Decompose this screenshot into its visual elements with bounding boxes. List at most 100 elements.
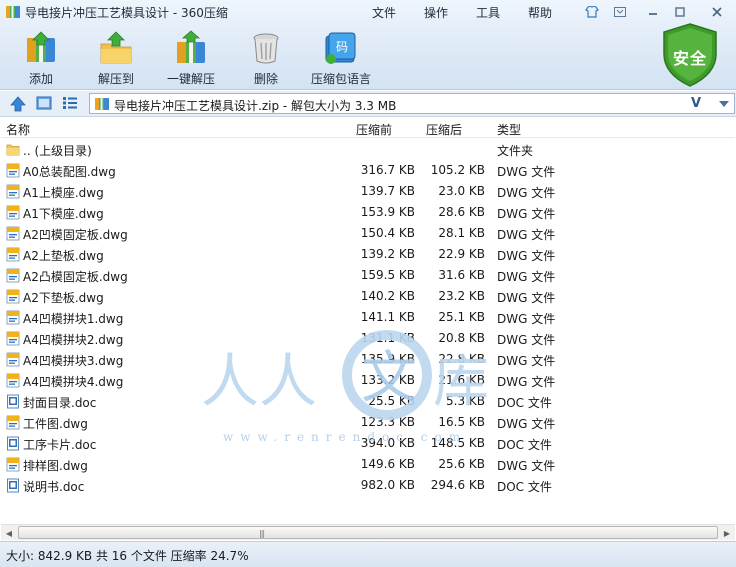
status-bar: 大小: 842.9 KB 共 16 个文件 压缩率 24.7% (0, 541, 736, 567)
file-size-before: 153.9 KB (360, 205, 415, 219)
one-click-extract-button[interactable]: 一键解压 (156, 28, 226, 88)
address-v-label[interactable]: V (691, 96, 701, 111)
delete-button[interactable]: 删除 (231, 28, 301, 88)
skin-icon[interactable] (582, 3, 602, 21)
extract-to-button[interactable]: 解压到 (81, 28, 151, 88)
file-row[interactable]: 封面目录.doc 25.5 KB 5.3 KB DOC 文件 (1, 391, 735, 412)
file-type: DWG 文件 (497, 354, 556, 368)
column-before[interactable]: 压缩前 (356, 121, 392, 138)
file-row[interactable]: 排样图.dwg 149.6 KB 25.6 KB DWG 文件 (1, 454, 735, 475)
file-size-after: 23.2 KB (438, 289, 485, 303)
file-type: DWG 文件 (497, 312, 556, 326)
dropdown-menu-icon[interactable] (610, 3, 630, 21)
compress-language-button[interactable]: 码 压缩包语言 (306, 28, 376, 88)
status-text: 大小: 842.9 KB 共 16 个文件 压缩率 24.7% (6, 549, 249, 563)
file-size-before: 140.2 KB (360, 289, 415, 303)
file-size-after: 22.9 KB (438, 247, 485, 261)
file-type: 文件夹 (497, 144, 534, 158)
file-row[interactable]: A4凹模拼块1.dwg 141.1 KB 25.1 KB DWG 文件 (1, 307, 735, 328)
security-badge-label: 安全 (672, 49, 707, 68)
file-row[interactable]: A2凸模固定板.dwg 159.5 KB 31.6 KB DWG 文件 (1, 265, 735, 286)
doc-file-icon (6, 394, 20, 409)
menu-help[interactable]: 帮助 (528, 4, 552, 21)
file-size-before: 135.9 KB (360, 352, 415, 366)
file-name: 工件图.dwg (23, 417, 88, 431)
menu-tools[interactable]: 工具 (476, 4, 500, 21)
parent-directory-row[interactable]: .. (上级目录) 文件夹 (1, 139, 735, 160)
file-name: 工序卡片.doc (23, 438, 97, 452)
file-size-after: 22.8 KB (438, 352, 485, 366)
column-header-row: 名称 压缩前 压缩后 类型 (1, 118, 735, 138)
file-type: DWG 文件 (497, 186, 556, 200)
maximize-icon[interactable] (670, 3, 690, 21)
horizontal-scrollbar[interactable]: ◀ ||| ▶ (1, 524, 735, 540)
file-name: A2凹模固定板.dwg (23, 228, 128, 242)
file-size-before: 159.5 KB (360, 268, 415, 282)
icon-view-icon[interactable] (36, 96, 52, 110)
file-row[interactable]: 工件图.dwg 123.3 KB 16.5 KB DWG 文件 (1, 412, 735, 433)
file-row[interactable]: A2下垫板.dwg 140.2 KB 23.2 KB DWG 文件 (1, 286, 735, 307)
add-button[interactable]: 添加 (6, 28, 76, 88)
file-type: DOC 文件 (497, 396, 552, 410)
one-click-extract-label: 一键解压 (166, 72, 215, 86)
file-type: DWG 文件 (497, 417, 556, 431)
dwg-file-icon (6, 184, 20, 199)
address-field[interactable]: 导电接片冲压工艺模具设计.zip - 解包大小为 3.3 MB V (89, 93, 735, 114)
file-row[interactable]: A4凹模拼块2.dwg 131.1 KB 20.8 KB DWG 文件 (1, 328, 735, 349)
code-page-icon: 码 (325, 32, 356, 64)
delete-label: 删除 (253, 72, 278, 86)
minimize-icon[interactable] (643, 3, 663, 21)
menu-file[interactable]: 文件 (372, 4, 396, 21)
file-size-after: 20.8 KB (438, 331, 485, 345)
file-type: DWG 文件 (497, 165, 556, 179)
extract-folder-icon (100, 31, 132, 64)
column-name[interactable]: 名称 (6, 121, 30, 138)
extract-to-label: 解压到 (97, 72, 134, 86)
list-view-icon[interactable] (62, 96, 78, 110)
menu-action[interactable]: 操作 (424, 4, 448, 21)
file-name: A4凹模拼块2.dwg (23, 333, 124, 347)
file-name: A0总装配图.dwg (23, 165, 116, 179)
dwg-file-icon (6, 289, 20, 304)
file-size-before: 123.3 KB (360, 415, 415, 429)
up-arrow-icon[interactable] (10, 96, 26, 112)
file-size-after: 25.1 KB (438, 310, 485, 324)
column-type[interactable]: 类型 (497, 121, 521, 138)
address-bar-row: 导电接片冲压工艺模具设计.zip - 解包大小为 3.3 MB V (0, 91, 736, 117)
one-click-extract-icon (177, 30, 205, 63)
file-name: A4凹模拼块3.dwg (23, 354, 124, 368)
scroll-left-icon[interactable]: ◀ (1, 525, 17, 541)
file-size-before: 131.1 KB (360, 331, 415, 345)
chevron-down-icon[interactable] (716, 97, 732, 111)
file-row[interactable]: A4凹模拼块3.dwg 135.9 KB 22.8 KB DWG 文件 (1, 349, 735, 370)
file-name: 排样图.dwg (23, 459, 88, 473)
dwg-file-icon (6, 457, 20, 472)
file-row[interactable]: A1下模座.dwg 153.9 KB 28.6 KB DWG 文件 (1, 202, 735, 223)
file-size-after: 294.6 KB (430, 478, 485, 492)
file-name: 说明书.doc (23, 480, 85, 494)
dwg-file-icon (6, 226, 20, 241)
file-name: A1上模座.dwg (23, 186, 104, 200)
dwg-file-icon (6, 352, 20, 367)
dwg-file-icon (6, 331, 20, 346)
dwg-file-icon (6, 205, 20, 220)
file-row[interactable]: A2凹模固定板.dwg 150.4 KB 28.1 KB DWG 文件 (1, 223, 735, 244)
file-row[interactable]: A2上垫板.dwg 139.2 KB 22.9 KB DWG 文件 (1, 244, 735, 265)
file-name: A4凹模拼块1.dwg (23, 312, 124, 326)
file-row[interactable]: A1上模座.dwg 139.7 KB 23.0 KB DWG 文件 (1, 181, 735, 202)
file-row[interactable]: 说明书.doc 982.0 KB 294.6 KB DOC 文件 (1, 475, 735, 496)
file-size-before: 149.6 KB (360, 457, 415, 471)
scroll-right-icon[interactable]: ▶ (719, 525, 735, 541)
file-list[interactable]: 名称 压缩前 压缩后 类型 .. (上级目录) 文件夹 A0总装配图.dwg 316.… (1, 118, 735, 539)
file-row[interactable]: A0总装配图.dwg 316.7 KB 105.2 KB DWG 文件 (1, 160, 735, 181)
file-name: A2下垫板.dwg (23, 291, 104, 305)
file-row[interactable]: A4凹模拼块4.dwg 133.2 KB 21.6 KB DWG 文件 (1, 370, 735, 391)
scrollbar-grip-icon: ||| (259, 529, 265, 538)
file-type: DWG 文件 (497, 207, 556, 221)
file-row[interactable]: 工序卡片.doc 394.0 KB 148.5 KB DOC 文件 (1, 433, 735, 454)
file-size-after: 16.5 KB (438, 415, 485, 429)
column-after[interactable]: 压缩后 (426, 121, 462, 138)
scrollbar-thumb[interactable]: ||| (18, 526, 718, 539)
close-icon[interactable] (704, 3, 730, 21)
file-name: 封面目录.doc (23, 396, 97, 410)
